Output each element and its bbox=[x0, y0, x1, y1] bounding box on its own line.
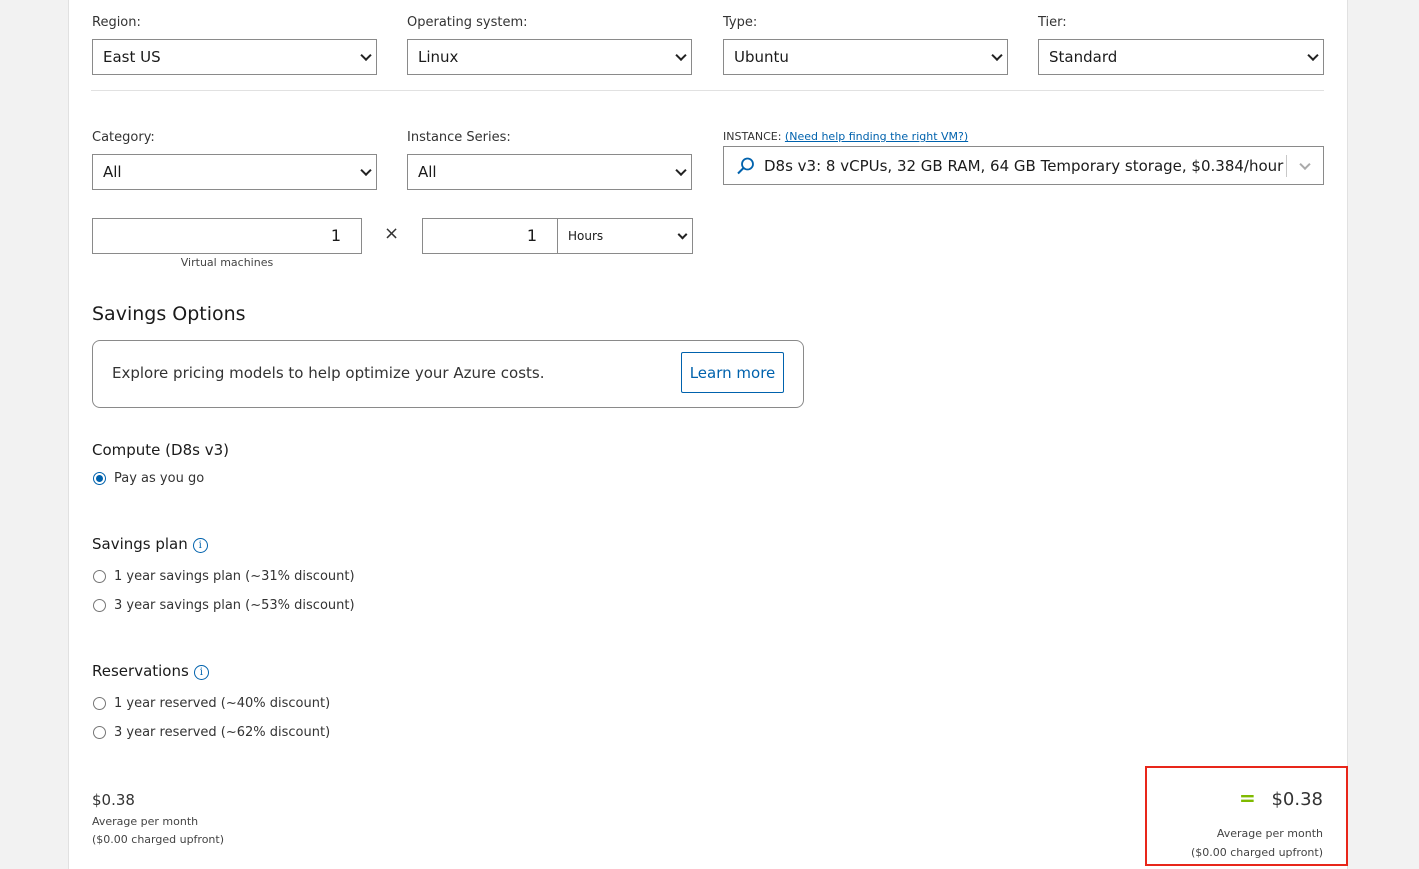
type-select[interactable]: Ubuntu bbox=[723, 39, 1008, 75]
time-unit-select[interactable]: Hours bbox=[557, 218, 693, 254]
reserved-3yr-label: 3 year reserved (~62% discount) bbox=[114, 725, 331, 740]
type-value: Ubuntu bbox=[734, 48, 789, 66]
radio-icon bbox=[93, 599, 106, 612]
equals-icon: = bbox=[1239, 786, 1256, 810]
category-select[interactable]: All bbox=[92, 154, 377, 190]
cost-amount-right: $0.38 bbox=[1271, 789, 1323, 810]
tier-select[interactable]: Standard bbox=[1038, 39, 1324, 75]
info-icon[interactable]: i bbox=[193, 665, 209, 680]
region-select[interactable]: East US bbox=[92, 39, 377, 75]
series-label: Instance Series: bbox=[407, 130, 511, 145]
os-value: Linux bbox=[418, 48, 459, 66]
os-label: Operating system: bbox=[407, 15, 528, 30]
savings-options-heading: Savings Options bbox=[92, 303, 246, 325]
tier-value: Standard bbox=[1049, 48, 1118, 66]
reserved-1yr-radio[interactable]: 1 year reserved (~40% discount) bbox=[92, 696, 330, 711]
cost-upfront-left: ($0.00 charged upfront) bbox=[92, 833, 225, 846]
radio-selected-icon bbox=[93, 472, 106, 485]
chevron-down-icon bbox=[1299, 158, 1311, 170]
radio-icon bbox=[93, 726, 106, 739]
radio-icon bbox=[93, 697, 106, 710]
cost-upfront-right: ($0.00 charged upfront) bbox=[1190, 846, 1323, 859]
type-label: Type: bbox=[723, 15, 758, 30]
vm-count-input[interactable]: 1 bbox=[92, 218, 362, 254]
region-value: East US bbox=[103, 48, 161, 66]
instance-label: INSTANCE: bbox=[723, 130, 782, 143]
pay-as-you-go-label: Pay as you go bbox=[114, 471, 205, 486]
savings-plan-3yr-label: 3 year savings plan (~53% discount) bbox=[114, 598, 355, 613]
reserved-1yr-label: 1 year reserved (~40% discount) bbox=[114, 696, 331, 711]
savings-plan-1yr-label: 1 year savings plan (~31% discount) bbox=[114, 569, 355, 584]
instance-value: D8s v3: 8 vCPUs, 32 GB RAM, 64 GB Tempor… bbox=[764, 156, 1284, 175]
cost-caption-left: Average per month bbox=[92, 815, 199, 828]
reservations-title: Reservations bbox=[92, 662, 189, 680]
series-select[interactable]: All bbox=[407, 154, 692, 190]
combobox-separator bbox=[1286, 154, 1287, 177]
reserved-3yr-radio[interactable]: 3 year reserved (~62% discount) bbox=[92, 725, 330, 740]
instance-label-row: INSTANCE: (Need help finding the right V… bbox=[723, 130, 968, 143]
savings-plan-1yr-radio[interactable]: 1 year savings plan (~31% discount) bbox=[92, 569, 355, 584]
cost-amount-left: $0.38 bbox=[92, 791, 135, 809]
tier-label: Tier: bbox=[1038, 15, 1067, 30]
time-unit-value: Hours bbox=[568, 229, 604, 243]
series-value: All bbox=[418, 163, 437, 181]
hours-input[interactable]: 1 bbox=[422, 218, 558, 254]
search-icon bbox=[736, 156, 758, 176]
savings-plan-3yr-radio[interactable]: 3 year savings plan (~53% discount) bbox=[92, 598, 355, 613]
category-value: All bbox=[103, 163, 122, 181]
savings-explore-text: Explore pricing models to help optimize … bbox=[112, 364, 545, 382]
cost-caption-right: Average per month bbox=[1216, 827, 1323, 840]
compute-heading: Compute (D8s v3) bbox=[92, 441, 229, 459]
os-select[interactable]: Linux bbox=[407, 39, 692, 75]
radio-icon bbox=[93, 570, 106, 583]
vm-count-caption: Virtual machines bbox=[180, 256, 274, 269]
reservations-heading: Reservations i bbox=[92, 662, 209, 680]
info-icon[interactable]: i bbox=[192, 538, 208, 553]
learn-more-button[interactable]: Learn more bbox=[681, 352, 784, 393]
instance-combobox[interactable]: D8s v3: 8 vCPUs, 32 GB RAM, 64 GB Tempor… bbox=[723, 146, 1324, 185]
savings-plan-heading: Savings plan i bbox=[92, 535, 208, 553]
category-label: Category: bbox=[92, 130, 155, 145]
multiply-icon: × bbox=[384, 223, 400, 244]
pay-as-you-go-radio[interactable]: Pay as you go bbox=[92, 471, 204, 486]
section-divider bbox=[91, 90, 1324, 91]
region-label: Region: bbox=[92, 15, 141, 30]
vm-help-link[interactable]: (Need help finding the right VM?) bbox=[785, 130, 968, 143]
savings-plan-title: Savings plan bbox=[92, 535, 188, 553]
